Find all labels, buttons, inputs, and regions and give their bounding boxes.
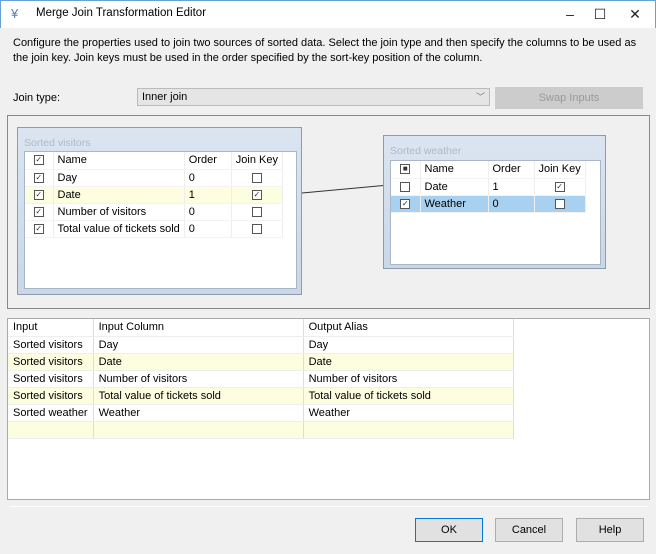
output-row[interactable]: Sorted visitors Number of visitors Number … <box>8 370 514 388</box>
sorted-visitors-panel[interactable]: Sorted visitors ✓ Name Order Join Key ✓ D… <box>17 127 302 295</box>
column-row[interactable]: ✓ Weather 0 <box>391 195 586 213</box>
col-join-key: Join Key <box>534 161 586 179</box>
help-button[interactable]: Help <box>576 518 644 542</box>
header-row: Input Input Column Output Alias <box>8 319 514 337</box>
input-cell[interactable]: Sorted weather <box>8 404 94 422</box>
output-row[interactable]: Sorted weather Weather Weather <box>8 404 514 422</box>
col-order: Order <box>184 152 232 170</box>
output-alias-cell[interactable]: Number of visitors <box>303 370 514 388</box>
join-key-checkbox[interactable] <box>251 172 262 183</box>
include-checkbox[interactable]: ✓ <box>33 172 44 183</box>
cancel-button[interactable]: Cancel <box>495 518 563 542</box>
header-row: ■ Name Order Join Key <box>391 161 586 179</box>
input-column-cell[interactable]: Weather <box>93 404 304 422</box>
input-cell[interactable]: Sorted visitors <box>8 336 94 354</box>
column-row[interactable]: ✓ Total value of tickets sold 0 <box>25 220 284 238</box>
col-output-alias: Output Alias <box>303 319 514 337</box>
column-name: Total value of tickets sold <box>53 220 185 238</box>
input-column-cell[interactable]: Number of visitors <box>93 370 304 388</box>
input-column-cell[interactable]: Day <box>93 336 304 354</box>
input-cell[interactable]: Sorted visitors <box>8 370 94 388</box>
output-row[interactable]: Sorted visitors Total value of tickets so… <box>8 387 514 405</box>
input-cell[interactable]: Sorted visitors <box>8 353 94 371</box>
include-checkbox[interactable]: ✓ <box>33 223 44 234</box>
column-row[interactable]: Date 1 ✓ <box>391 178 586 196</box>
empty-cell[interactable] <box>8 421 94 439</box>
col-join-key: Join Key <box>231 152 284 170</box>
column-name: Weather <box>420 195 489 213</box>
include-checkbox[interactable]: ✓ <box>33 189 44 200</box>
column-order: 0 <box>184 220 232 238</box>
column-name: Date <box>53 186 185 204</box>
select-all-checkbox[interactable]: ✓ <box>33 155 44 166</box>
column-row[interactable]: ✓ Date 1 ✓ <box>25 186 284 204</box>
sorted-weather-panel[interactable]: Sorted weather ■ Name Order Join Key Dat… <box>383 135 606 269</box>
input-cell[interactable]: Sorted visitors <box>8 387 94 405</box>
output-columns-grid: Input Input Column Output Alias Sorted vi… <box>7 318 650 500</box>
empty-cell[interactable] <box>303 421 514 439</box>
join-key-checkbox[interactable] <box>251 206 262 217</box>
col-name: Name <box>420 161 489 179</box>
separator <box>10 506 648 507</box>
col-input: Input <box>8 319 94 337</box>
join-key-checkbox[interactable] <box>554 198 565 209</box>
column-row[interactable]: ✓ Number of visitors 0 <box>25 203 284 221</box>
include-checkbox[interactable] <box>400 181 411 192</box>
output-alias-cell[interactable]: Day <box>303 336 514 354</box>
input-column-cell[interactable]: Date <box>93 353 304 371</box>
panel-title: Sorted weather <box>390 145 462 157</box>
column-order: 0 <box>184 203 232 221</box>
column-row[interactable]: ✓ Day 0 <box>25 169 284 187</box>
column-name: Number of visitors <box>53 203 185 221</box>
col-name: Name <box>53 152 185 170</box>
join-key-checkbox[interactable]: ✓ <box>554 181 565 192</box>
column-name: Day <box>53 169 185 187</box>
new-row[interactable] <box>8 421 514 439</box>
select-all-checkbox[interactable]: ■ <box>400 164 411 175</box>
join-key-checkbox[interactable]: ✓ <box>251 189 262 200</box>
column-order: 0 <box>488 195 535 213</box>
column-order: 0 <box>184 169 232 187</box>
output-alias-cell[interactable]: Date <box>303 353 514 371</box>
output-alias-cell[interactable]: Weather <box>303 404 514 422</box>
panel-title: Sorted visitors <box>24 137 91 149</box>
include-checkbox[interactable]: ✓ <box>33 206 44 217</box>
input-column-cell[interactable]: Total value of tickets sold <box>93 387 304 405</box>
col-input-column: Input Column <box>93 319 304 337</box>
header-row: ✓ Name Order Join Key <box>25 152 284 170</box>
col-order: Order <box>488 161 535 179</box>
column-order: 1 <box>488 178 535 196</box>
join-key-checkbox[interactable] <box>251 223 262 234</box>
column-order: 1 <box>184 186 232 204</box>
include-checkbox[interactable]: ✓ <box>400 198 411 209</box>
output-alias-cell[interactable]: Total value of tickets sold <box>303 387 514 405</box>
ok-button[interactable]: OK <box>415 518 483 542</box>
output-row[interactable]: Sorted visitors Day Day <box>8 336 514 354</box>
column-name: Date <box>420 178 489 196</box>
empty-cell[interactable] <box>93 421 304 439</box>
output-row[interactable]: Sorted visitors Date Date <box>8 353 514 371</box>
